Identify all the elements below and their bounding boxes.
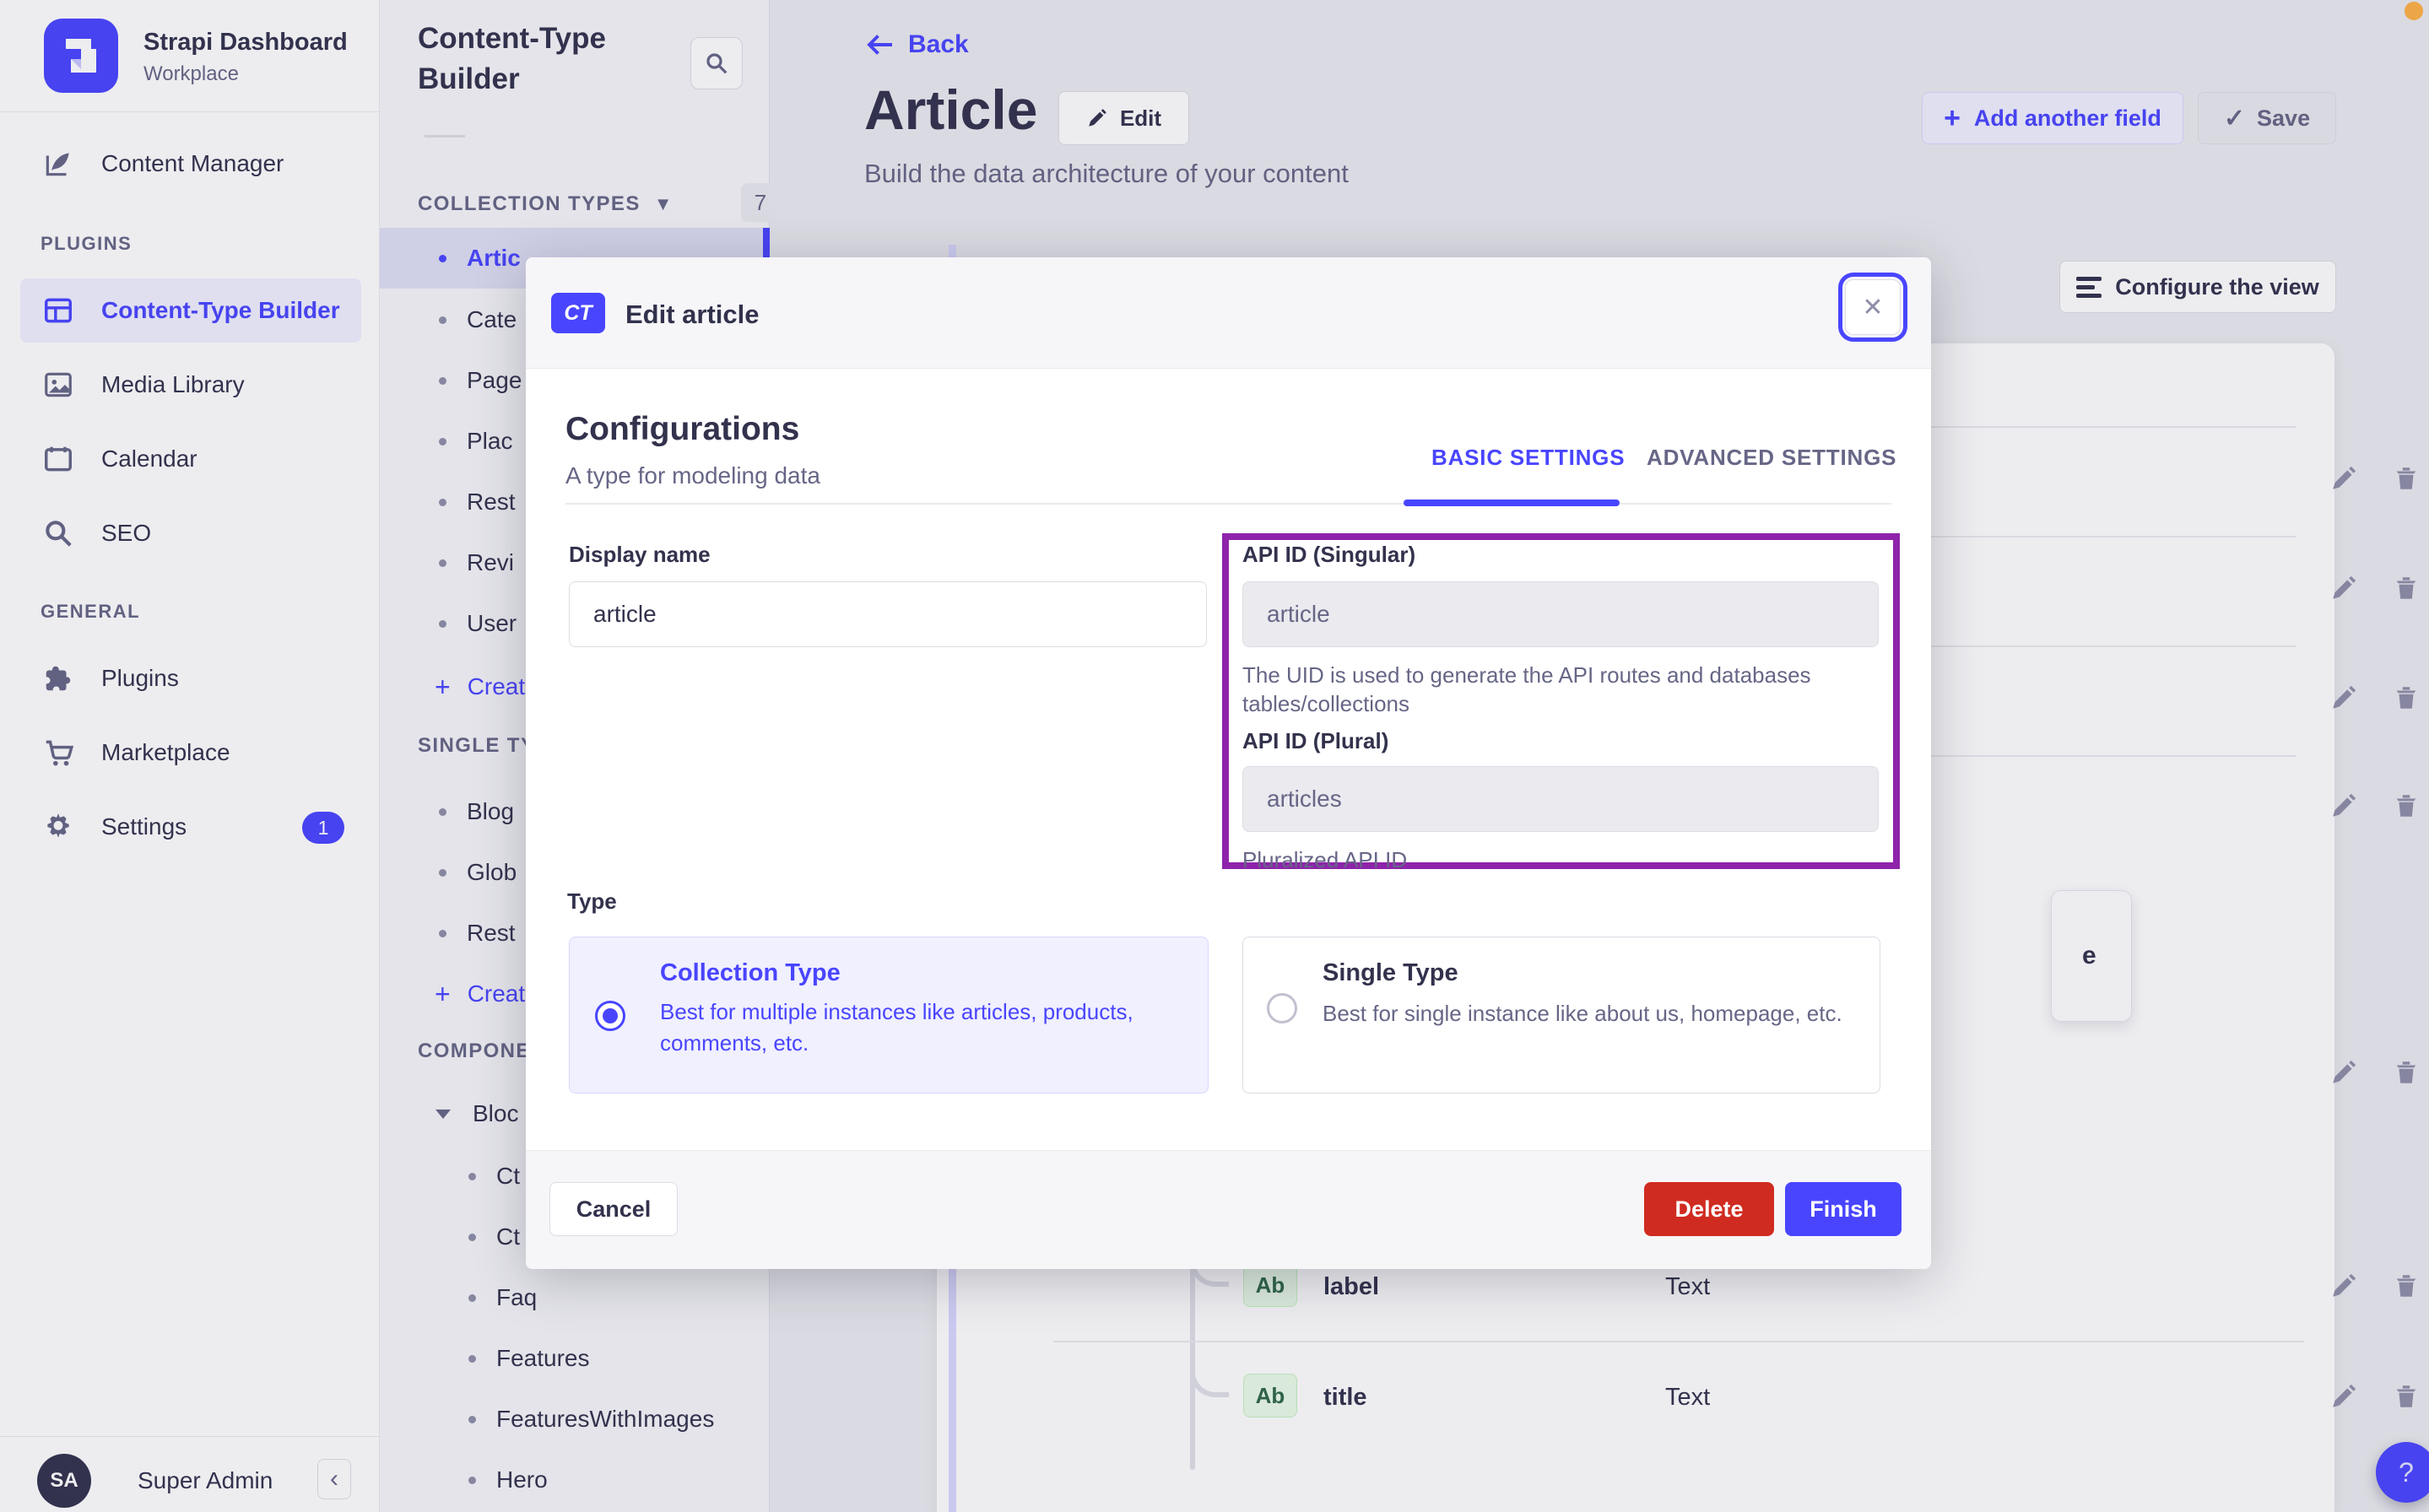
close-icon: ✕: [1862, 293, 1884, 321]
modal-header: CT Edit article ✕: [526, 257, 1931, 369]
tab-basic-settings[interactable]: BASIC SETTINGS: [1431, 445, 1625, 471]
type-label: Type: [567, 888, 617, 914]
display-name-input[interactable]: [569, 581, 1207, 647]
collection-type-option[interactable]: Collection Type Best for multiple instan…: [569, 937, 1209, 1094]
finish-button[interactable]: Finish: [1785, 1182, 1902, 1236]
close-button[interactable]: ✕: [1838, 273, 1907, 342]
api-id-singular-label: API ID (Singular): [1242, 542, 1416, 567]
active-tab-indicator: [1404, 500, 1620, 506]
modal-title: Edit article: [625, 300, 760, 329]
cancel-button[interactable]: Cancel: [549, 1182, 678, 1236]
single-type-option[interactable]: Single Type Best for single instance lik…: [1242, 937, 1880, 1094]
radio-selected-icon[interactable]: [595, 1001, 625, 1031]
radio-unselected-icon[interactable]: [1267, 993, 1297, 1023]
content-type-badge: CT: [551, 293, 605, 333]
divider: [565, 503, 1891, 505]
api-id-plural-input[interactable]: [1242, 766, 1879, 832]
api-id-plural-hint: Pluralized API ID: [1242, 847, 1408, 872]
api-id-singular-hint: The UID is used to generate the API rout…: [1242, 662, 1811, 716]
tab-advanced-settings[interactable]: ADVANCED SETTINGS: [1647, 445, 1896, 471]
modal-footer: Cancel Delete Finish: [526, 1150, 1931, 1269]
configurations-subheading: A type for modeling data: [565, 462, 820, 489]
display-name-label: Display name: [569, 542, 711, 567]
edit-article-modal: CT Edit article ✕ Configurations A type …: [526, 257, 1931, 1269]
api-id-plural-label: API ID (Plural): [1242, 728, 1389, 753]
configurations-heading: Configurations: [565, 411, 800, 447]
recording-indicator-dot: [2405, 2, 2423, 20]
api-id-singular-input[interactable]: [1242, 581, 1879, 647]
delete-button[interactable]: Delete: [1644, 1182, 1774, 1236]
